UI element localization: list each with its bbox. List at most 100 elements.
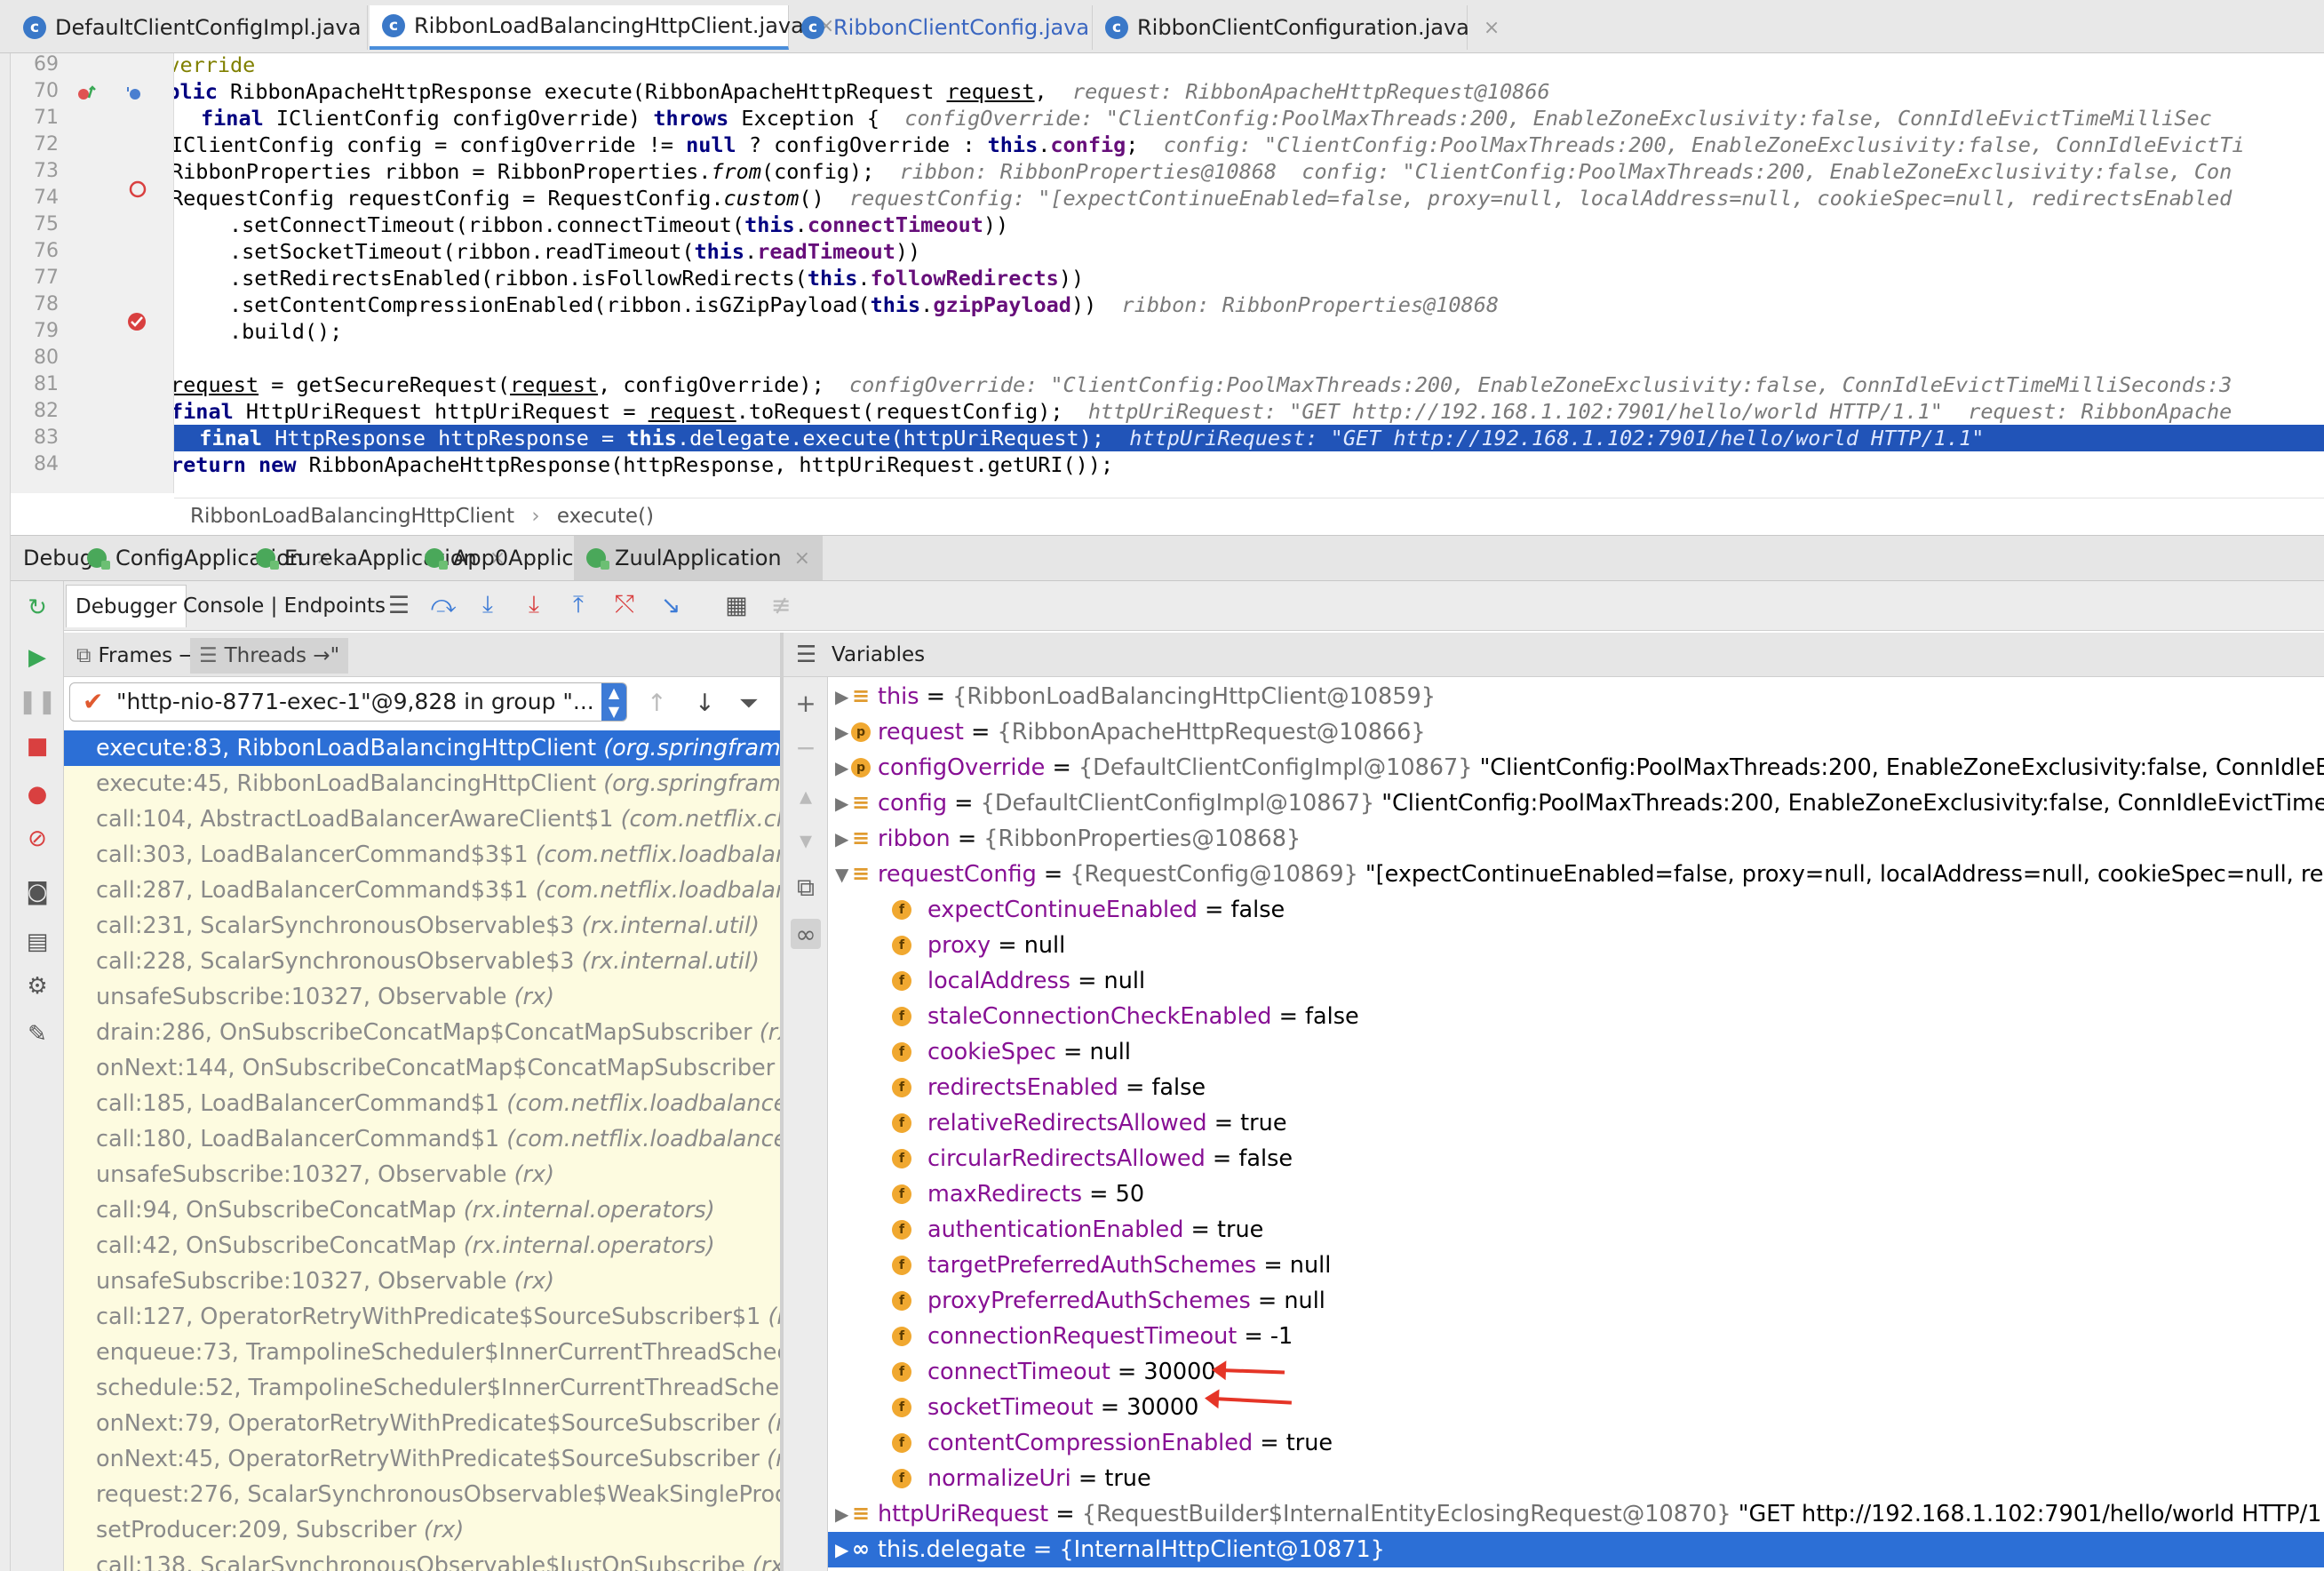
copy-icon[interactable]: ⧉ [791,873,821,903]
evaluate-expression-icon[interactable]: ▦ [721,590,752,620]
stack-frame[interactable]: unsafeSubscribe:10327, Observable (rx) [64,1157,780,1192]
move-down-icon[interactable]: ▾ [791,825,821,855]
arrow-up-icon[interactable]: ↑ [647,690,667,717]
rerun-icon[interactable]: ↻ [23,594,52,622]
stack-frame[interactable]: call:138, ScalarSynchronousObservable$Ju… [64,1548,780,1571]
chevron-right-icon[interactable]: ▶ [835,714,853,750]
session-tab-zuul-application[interactable]: ZuulApplication × [574,536,824,580]
force-step-into-icon[interactable]: ⤓ [519,590,549,620]
breadcrumb-class[interactable]: RibbonLoadBalancingHttpClient [190,505,514,528]
breakpoint-disabled-icon[interactable] [128,179,147,199]
variable-row[interactable]: ▶ p request = {RibbonApacheHttpRequest@108… [828,714,2324,750]
arrow-down-icon[interactable]: ↓ [695,690,715,717]
drop-frame-icon[interactable]: ⤲ [609,590,640,620]
variable-row[interactable]: ▶ ∞ this.delegate = {InternalHttpClient@10… [828,1532,2324,1567]
code-editor[interactable]: @Override public RibbonApacheHttpRespons… [174,53,2324,493]
stack-frame[interactable]: execute:45, RibbonLoadBalancingHttpClien… [64,766,780,801]
add-watch-icon[interactable]: + [791,688,821,718]
chevron-right-icon[interactable]: ▶ [835,750,853,786]
variable-row[interactable]: ▶ ≡ config = {DefaultClientConfigImpl@1086… [828,786,2324,821]
run-to-cursor-icon[interactable]: ↘ [656,590,686,620]
move-up-icon[interactable]: ▴ [791,780,821,810]
filter-icon[interactable]: ⏷ [739,690,759,718]
remove-watch-icon[interactable]: − [791,732,821,762]
stack-frame[interactable]: call:185, LoadBalancerCommand$1 (com.net… [64,1086,780,1121]
override-method-icon[interactable] [76,84,96,103]
chevron-right-icon[interactable]: ▶ [835,1532,853,1567]
variable-row[interactable]: ▶ ≡ httpUriRequest = {RequestBuilder$Inter… [828,1496,2324,1532]
stack-frame[interactable]: call:228, ScalarSynchronousObservable$3 … [64,944,780,979]
stack-frame[interactable]: call:287, LoadBalancerCommand$3$1 (com.n… [64,873,780,908]
stack-frame[interactable]: onNext:79, OperatorRetryWithPredicate$So… [64,1406,780,1441]
variable-field-row[interactable]: f relativeRedirectsAllowed = true [828,1105,2324,1141]
stack-frame[interactable]: call:94, OnSubscribeConcatMap (rx.intern… [64,1192,780,1228]
variable-field-row[interactable]: f redirectsEnabled = false [828,1070,2324,1105]
implements-icon[interactable] [124,84,144,103]
tab-ribbon-client-config[interactable]: c RibbonClientConfig.java × [791,5,1120,50]
chevron-right-icon[interactable]: ▶ [835,679,853,714]
variable-row[interactable]: ▶ ≡ this = {RibbonLoadBalancingHttpClient@… [828,679,2324,714]
stack-frame[interactable]: call:42, OnSubscribeConcatMap (rx.intern… [64,1228,780,1264]
stack-frame[interactable]: onNext:144, OnSubscribeConcatMap$ConcatM… [64,1050,780,1086]
view-breakpoints-icon[interactable]: ● [23,780,52,809]
thread-selector[interactable]: ✔ "http-nio-8771-exec-1"@9,828 in group … [69,682,627,722]
tab-debugger[interactable]: Debugger [66,585,187,627]
tab-ribbon-client-configuration[interactable]: c RibbonClientConfiguration.java × [1094,5,1500,50]
stack-frame[interactable]: call:231, ScalarSynchronousObservable$3 … [64,908,780,944]
variable-field-row[interactable]: f socketTimeout = 30000 [828,1390,2324,1425]
variable-field-row[interactable]: f cookieSpec = null [828,1034,2324,1070]
step-out-icon[interactable]: ⤒ [563,590,593,620]
chevron-right-icon[interactable]: ▶ [835,786,853,821]
stack-frame[interactable]: request:276, ScalarSynchronousObservable… [64,1477,780,1512]
stack-frame[interactable]: unsafeSubscribe:10327, Observable (rx) [64,979,780,1015]
variable-field-row[interactable]: f localAddress = null [828,963,2324,999]
stack-frame[interactable]: call:303, LoadBalancerCommand$3$1 (com.n… [64,837,780,873]
resume-icon[interactable]: ▶ [23,643,52,672]
close-icon[interactable]: × [794,547,810,570]
stack-frame[interactable]: unsafeSubscribe:10327, Observable (rx) [64,1264,780,1299]
close-icon[interactable]: × [1484,17,1500,39]
variable-field-row[interactable]: f connectTimeout = 30000 [828,1354,2324,1390]
settings-icon[interactable]: ⚙ [23,972,52,1001]
breakpoint-active-icon[interactable] [126,311,147,332]
variable-field-row[interactable]: f connectionRequestTimeout = -1 [828,1319,2324,1354]
variable-field-row[interactable]: f proxyPreferredAuthSchemes = null [828,1283,2324,1319]
variable-field-row[interactable]: f circularRedirectsAllowed = false [828,1141,2324,1176]
variable-row[interactable]: ▶ ≡ ribbon = {RibbonProperties@10868} [828,821,2324,857]
step-over-icon[interactable]: ⤼ [428,590,458,620]
variable-field-row[interactable]: f authenticationEnabled = true [828,1212,2324,1248]
variable-field-row[interactable]: f expectContinueEnabled = false [828,892,2324,928]
breadcrumb-method[interactable]: execute() [557,505,654,528]
tab-threads[interactable]: ☰ Threads →" [190,638,349,674]
variable-field-row[interactable]: f contentCompressionEnabled = true [828,1425,2324,1461]
chevron-right-icon[interactable]: ▶ [835,821,853,857]
trace-icon[interactable]: ≢ [766,590,796,620]
pin-icon[interactable]: ✎ [23,1020,52,1049]
camera-icon[interactable]: ◙ [23,878,52,906]
watches-glasses-icon[interactable]: ∞ [791,919,821,949]
variable-field-row[interactable]: f staleConnectionCheckEnabled = false [828,999,2324,1034]
stack-frame[interactable]: setProducer:209, Subscriber (rx) [64,1512,780,1548]
mute-breakpoints-icon[interactable]: ⊘ [23,825,52,853]
stack-frame[interactable]: call:180, LoadBalancerCommand$1 (com.net… [64,1121,780,1157]
stack-frame[interactable]: drain:286, OnSubscribeConcatMap$ConcatMa… [64,1015,780,1050]
variable-field-row[interactable]: f proxy = null [828,928,2324,963]
stop-icon[interactable]: ■ [23,732,52,761]
stack-frame[interactable]: call:104, AbstractLoadBalancerAwareClien… [64,801,780,837]
stack-frame[interactable]: execute:83, RibbonLoadBalancingHttpClien… [64,730,780,766]
tab-ribbon-load-balancing-http-client[interactable]: c RibbonLoadBalancingHttpClient.java × [371,5,834,50]
stack-frame[interactable]: schedule:52, TrampolineScheduler$InnerCu… [64,1370,780,1406]
stack-frame[interactable]: onNext:45, OperatorRetryWithPredicate$So… [64,1441,780,1477]
step-into-icon[interactable]: ⤓ [473,590,503,620]
variable-field-row[interactable]: f normalizeUri = true [828,1461,2324,1496]
variable-field-row[interactable]: f maxRedirects = 50 [828,1176,2324,1212]
layout-icon[interactable]: ▤ [23,928,52,956]
stack-frame[interactable]: call:127, OperatorRetryWithPredicate$Sou… [64,1299,780,1335]
chevron-down-icon[interactable]: ▼ [835,857,853,892]
variable-row[interactable]: ▼ ≡ requestConfig = {RequestConfig@10869} … [828,857,2324,892]
pause-icon[interactable]: ❚❚ [18,688,57,716]
chevron-right-icon[interactable]: ▶ [835,1496,853,1532]
show-execution-point-icon[interactable]: ☰ [384,590,414,620]
variable-field-row[interactable]: f targetPreferredAuthSchemes = null [828,1248,2324,1283]
chevron-updown-icon[interactable]: ▲ ▼ [601,683,626,721]
